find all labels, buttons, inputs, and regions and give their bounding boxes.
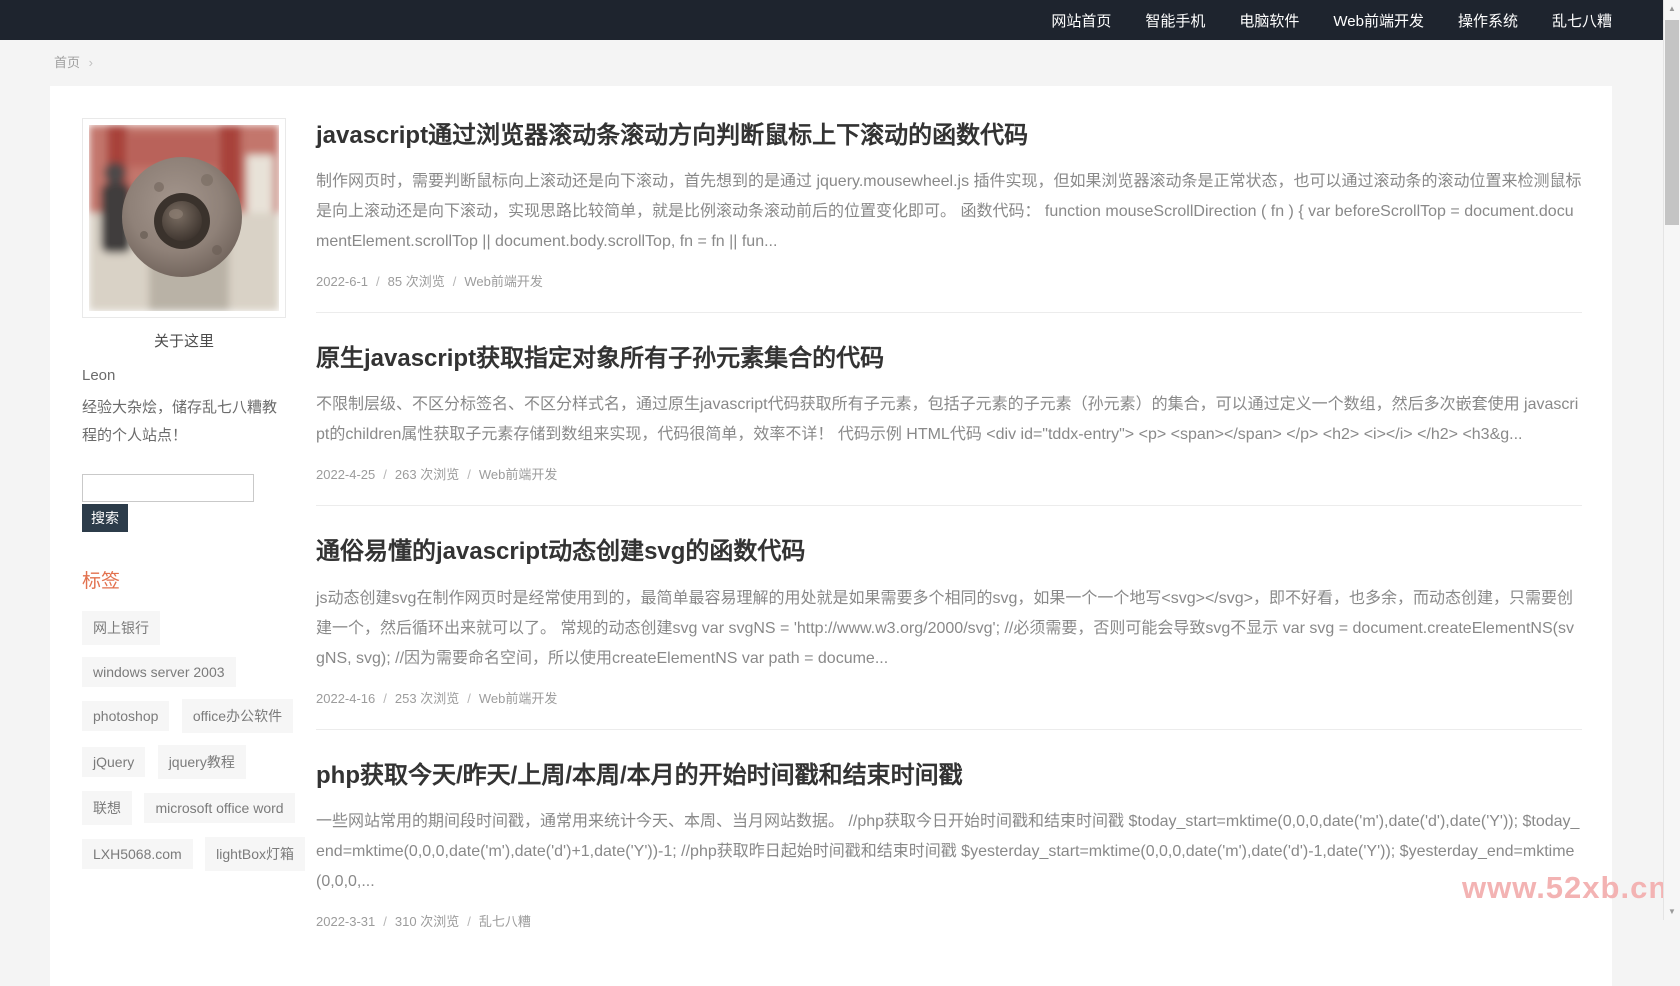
about-caption: 关于这里 bbox=[82, 330, 286, 351]
tag-item[interactable]: jquery教程 bbox=[158, 745, 246, 779]
tag-item[interactable]: windows server 2003 bbox=[82, 657, 236, 687]
article-views: 263 次浏览 bbox=[395, 467, 459, 482]
content-card: 关于这里 Leon 经验大杂烩，储存乱七八糟教程的个人站点！ 搜索 标签 网上银… bbox=[50, 86, 1612, 986]
article-views: 253 次浏览 bbox=[395, 691, 459, 706]
meta-separator: / bbox=[467, 914, 471, 929]
article-excerpt: 制作网页时，需要判断鼠标向上滚动还是向下滚动，首先想到的是通过 jquery.m… bbox=[316, 167, 1582, 257]
tag-item[interactable]: 联想 bbox=[82, 791, 132, 825]
article-category[interactable]: 乱七八糟 bbox=[479, 914, 531, 929]
meta-separator: / bbox=[376, 274, 380, 289]
article-meta: 2022-6-1 / 85 次浏览 / Web前端开发 bbox=[316, 271, 1582, 290]
author-name: Leon bbox=[82, 367, 314, 384]
tag-item[interactable]: office办公软件 bbox=[182, 699, 293, 733]
article-views: 85 次浏览 bbox=[388, 274, 445, 289]
article-post: 原生javascript获取指定对象所有子孙元素集合的代码 不限制层级、不区分标… bbox=[316, 343, 1582, 506]
article-title[interactable]: php获取今天/昨天/上周/本周/本月的开始时间戳和结束时间戳 bbox=[316, 760, 1582, 791]
tag-item[interactable]: jQuery bbox=[82, 747, 145, 777]
nav-item-misc[interactable]: 乱七八糟 bbox=[1552, 10, 1612, 31]
search-input[interactable] bbox=[82, 474, 254, 502]
breadcrumb-home-link[interactable]: 首页 bbox=[54, 55, 80, 70]
article-date: 2022-6-1 bbox=[316, 274, 368, 289]
nav-menu: 网站首页 智能手机 电脑软件 Web前端开发 操作系统 乱七八糟 bbox=[1051, 0, 1612, 40]
article-excerpt: 一些网站常用的期间段时间戳，通常用来统计今天、本周、当月网站数据。 //php获… bbox=[316, 807, 1582, 897]
meta-separator: / bbox=[383, 691, 387, 706]
author-bio: 经验大杂烩，储存乱七八糟教程的个人站点！ bbox=[82, 394, 286, 450]
avatar-image bbox=[89, 125, 279, 311]
meta-separator: / bbox=[453, 274, 457, 289]
top-navbar: 网站首页 智能手机 电脑软件 Web前端开发 操作系统 乱七八糟 bbox=[0, 0, 1680, 40]
article-post: php获取今天/昨天/上周/本周/本月的开始时间戳和结束时间戳 一些网站常用的期… bbox=[316, 760, 1582, 952]
article-date: 2022-4-16 bbox=[316, 691, 375, 706]
avatar bbox=[82, 118, 286, 318]
article-excerpt: js动态创建svg在制作网页时是经常使用到的，最简单最容易理解的用处就是如果需要… bbox=[316, 584, 1582, 674]
article-views: 310 次浏览 bbox=[395, 914, 459, 929]
nav-item-smartphone[interactable]: 智能手机 bbox=[1145, 10, 1205, 31]
tag-item[interactable]: lightBox灯箱 bbox=[205, 837, 305, 871]
meta-separator: / bbox=[467, 467, 471, 482]
article-post: 通俗易懂的javascript动态创建svg的函数代码 js动态创建svg在制作… bbox=[316, 536, 1582, 729]
article-meta: 2022-4-16 / 253 次浏览 / Web前端开发 bbox=[316, 688, 1582, 707]
nav-item-software[interactable]: 电脑软件 bbox=[1239, 10, 1299, 31]
search-box: 搜索 bbox=[82, 474, 314, 532]
article-title[interactable]: javascript通过浏览器滚动条滚动方向判断鼠标上下滚动的函数代码 bbox=[316, 120, 1582, 151]
article-date: 2022-3-31 bbox=[316, 914, 375, 929]
sidebar: 关于这里 Leon 经验大杂烩，储存乱七八糟教程的个人站点！ 搜索 标签 网上银… bbox=[82, 118, 314, 883]
meta-separator: / bbox=[467, 691, 471, 706]
article-category[interactable]: Web前端开发 bbox=[479, 467, 558, 482]
nav-item-home[interactable]: 网站首页 bbox=[1051, 10, 1111, 31]
meta-separator: / bbox=[383, 914, 387, 929]
tag-cloud: 网上银行 windows server 2003 photoshop offic… bbox=[82, 611, 314, 883]
scrollbar-thumb[interactable] bbox=[1665, 20, 1679, 225]
article-date: 2022-4-25 bbox=[316, 467, 375, 482]
nav-item-os[interactable]: 操作系统 bbox=[1458, 10, 1518, 31]
vertical-scrollbar[interactable]: ▲ ▼ bbox=[1663, 0, 1680, 920]
tag-item[interactable]: LXH5068.com bbox=[82, 839, 193, 869]
nav-item-webfrontend[interactable]: Web前端开发 bbox=[1333, 10, 1424, 31]
article-meta: 2022-3-31 / 310 次浏览 / 乱七八糟 bbox=[316, 911, 1582, 930]
article-category[interactable]: Web前端开发 bbox=[464, 274, 543, 289]
tags-heading: 标签 bbox=[82, 566, 314, 593]
article-list: javascript通过浏览器滚动条滚动方向判断鼠标上下滚动的函数代码 制作网页… bbox=[316, 120, 1582, 982]
scroll-up-icon[interactable]: ▲ bbox=[1664, 0, 1680, 17]
tag-item[interactable]: microsoft office word bbox=[144, 793, 294, 823]
breadcrumb-chevron-icon: › bbox=[89, 55, 93, 70]
scroll-down-icon[interactable]: ▼ bbox=[1664, 903, 1680, 920]
search-button[interactable]: 搜索 bbox=[82, 504, 128, 532]
article-title[interactable]: 通俗易懂的javascript动态创建svg的函数代码 bbox=[316, 536, 1582, 567]
meta-separator: / bbox=[383, 467, 387, 482]
tag-item[interactable]: photoshop bbox=[82, 701, 169, 731]
article-excerpt: 不限制层级、不区分标签名、不区分样式名，通过原生javascript代码获取所有… bbox=[316, 390, 1582, 450]
breadcrumb: 首页 › bbox=[54, 52, 93, 71]
article-meta: 2022-4-25 / 263 次浏览 / Web前端开发 bbox=[316, 464, 1582, 483]
article-category[interactable]: Web前端开发 bbox=[479, 691, 558, 706]
article-post: javascript通过浏览器滚动条滚动方向判断鼠标上下滚动的函数代码 制作网页… bbox=[316, 120, 1582, 313]
tag-item[interactable]: 网上银行 bbox=[82, 611, 160, 645]
article-title[interactable]: 原生javascript获取指定对象所有子孙元素集合的代码 bbox=[316, 343, 1582, 374]
